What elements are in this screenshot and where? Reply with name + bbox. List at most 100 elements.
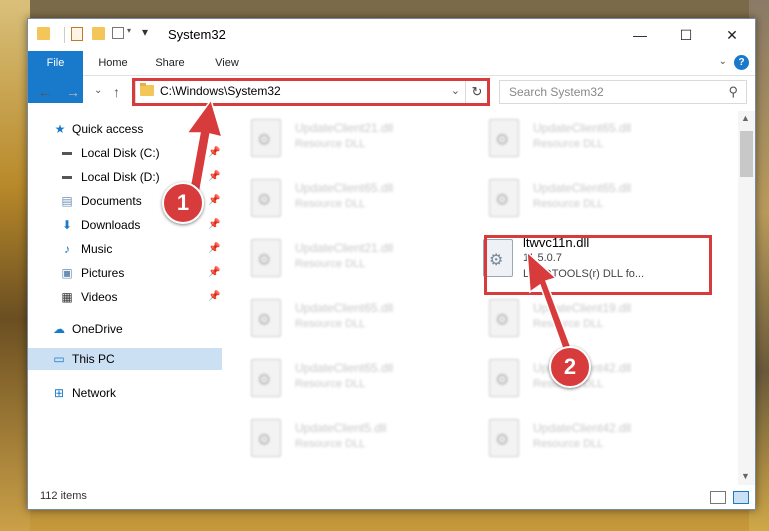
large-icons-view-icon[interactable] [733,491,749,504]
file-description: Resource DLL [295,258,366,270]
dll-file-icon [489,119,519,157]
address-bar-highlight [132,78,490,106]
tab-view[interactable]: View [200,51,254,75]
pin-icon[interactable]: 📌 [208,219,220,230]
file-name: UpdateClient5.dll [295,421,387,435]
sidebar-item-onedrive[interactable]: ☁ OneDrive [28,318,222,340]
search-icon[interactable]: ⚲ [728,84,738,100]
file-name: UpdateClient21.dll [295,121,394,135]
star-icon: ★ [54,122,66,136]
step-one-badge: 1 [162,182,204,224]
list-item[interactable]: UpdateClient65.dll Resource DLL [223,173,448,225]
new-folder-icon[interactable] [92,27,105,40]
download-icon: ⬇ [61,218,73,232]
pin-icon[interactable]: 📌 [208,291,220,302]
customize-toolbar-icon[interactable]: ▾ [142,25,148,41]
file-name: UpdateClient65.dll [295,181,394,195]
dll-file-icon [251,359,281,397]
list-item[interactable]: UpdateClient65.dll Resource DLL [223,293,448,345]
search-input[interactable]: Search System32 ⚲ [499,80,747,104]
sidebar-item-local-disk-c[interactable]: ▬ Local Disk (C:) 📌 [28,142,222,164]
file-description: Resource DLL [533,138,604,150]
tab-home[interactable]: Home [86,51,140,75]
cloud-icon: ☁ [53,322,65,336]
step-two-badge: 2 [549,346,591,388]
sidebar-item-music[interactable]: ♪ Music 📌 [28,238,222,260]
maximize-button[interactable]: ☐ [663,19,709,51]
file-name: UpdateClient65.dll [295,301,394,315]
list-item[interactable]: UpdateClient5.dll Resource DLL [223,413,448,465]
list-item[interactable]: UpdateClient19.dll Resource DLL [461,293,686,345]
sidebar-item-label: OneDrive [72,322,123,336]
tab-share[interactable]: Share [142,51,198,75]
pin-icon[interactable]: 📌 [208,171,220,182]
list-item[interactable]: UpdateClient65.dll Resource DLL [461,173,686,225]
sidebar-item-label: Local Disk (D:) [81,170,160,184]
drive-icon: ▬ [62,171,72,182]
videos-icon: ▦ [61,290,73,304]
file-name: UpdateClient65.dll [533,121,632,135]
pin-icon[interactable]: 📌 [208,195,220,206]
window-title: System32 [168,27,226,42]
properties-icon[interactable] [71,27,83,41]
desktop-wallpaper-left [0,0,30,531]
details-view-icon[interactable] [710,491,726,504]
list-item[interactable]: UpdateClient21.dll Resource DLL [223,113,448,165]
folder-icon[interactable] [37,27,50,40]
music-icon: ♪ [64,242,70,256]
file-description: Resource DLL [295,198,366,210]
help-button[interactable]: ? [734,55,749,70]
dll-file-icon [489,179,519,217]
sidebar-item-pictures[interactable]: ▣ Pictures 📌 [28,262,222,284]
close-button[interactable]: ✕ [709,19,755,51]
sidebar-item-network[interactable]: ⊞ Network [28,382,222,404]
minimize-button[interactable]: — [617,19,663,51]
item-count: 112 items [40,490,87,502]
computer-icon: ▭ [53,352,65,366]
sidebar-item-this-pc[interactable]: ▭ This PC [28,348,222,370]
sidebar-item-videos[interactable]: ▦ Videos 📌 [28,286,222,308]
pin-icon[interactable]: 📌 [208,147,220,158]
toolbar-dropdown-icon[interactable]: ▾ [127,26,131,42]
dll-file-icon [489,359,519,397]
ribbon: File Home Share View ⌄ ? [28,51,755,103]
scrollbar-thumb[interactable] [740,131,753,177]
back-arrow-icon[interactable]: ← [38,84,52,100]
file-description: Resource DLL [295,138,366,150]
sidebar-item-label: Downloads [81,218,141,232]
separator [64,27,65,43]
navigation-pane: ★ Quick access ▬ Local Disk (C:) 📌 ▬ Loc… [28,111,222,481]
file-description: Resource DLL [533,318,604,330]
dll-file-icon [251,239,281,277]
pictures-icon: ▣ [61,266,73,280]
file-name: UpdateClient42.dll [533,421,632,435]
up-arrow-icon[interactable]: ↑ [113,84,120,100]
list-item[interactable]: UpdateClient42.dll Resource DLL [461,413,686,465]
dll-file-icon [489,419,519,457]
scroll-down-icon[interactable]: ▼ [741,471,750,481]
forward-arrow-icon[interactable]: → [66,84,80,100]
list-item[interactable]: UpdateClient65.dll Resource DLL [461,113,686,165]
file-explorer-window: ▾ ▾ System32 — ☐ ✕ File Home Share View … [27,18,756,510]
expand-ribbon-icon[interactable]: ⌄ [719,56,727,67]
network-icon: ⊞ [53,386,65,400]
sidebar-item-label: This PC [72,352,115,366]
quick-access-toolbar-icon[interactable] [112,27,124,39]
sidebar-item-quick-access[interactable]: ★ Quick access [28,118,222,140]
sidebar-item-label: Local Disk (C:) [81,146,160,160]
file-description: Resource DLL [295,438,366,450]
pin-icon[interactable]: 📌 [208,243,220,254]
recent-locations-icon[interactable]: ⌄ [94,85,102,96]
scroll-up-icon[interactable]: ▲ [741,113,750,123]
status-bar: 112 items [28,485,755,509]
vertical-scrollbar[interactable]: ▲ ▼ [738,111,755,485]
file-highlight [484,235,712,295]
pin-icon[interactable]: 📌 [208,267,220,278]
search-placeholder: Search System32 [509,85,604,99]
list-item[interactable]: UpdateClient65.dll Resource DLL [223,353,448,405]
list-item[interactable]: UpdateClient21.dll Resource DLL [223,233,448,285]
file-list: UpdateClient21.dll Resource DLL UpdateCl… [223,111,738,481]
file-name: UpdateClient65.dll [295,361,394,375]
dll-file-icon [251,119,281,157]
file-description: Resource DLL [533,198,604,210]
